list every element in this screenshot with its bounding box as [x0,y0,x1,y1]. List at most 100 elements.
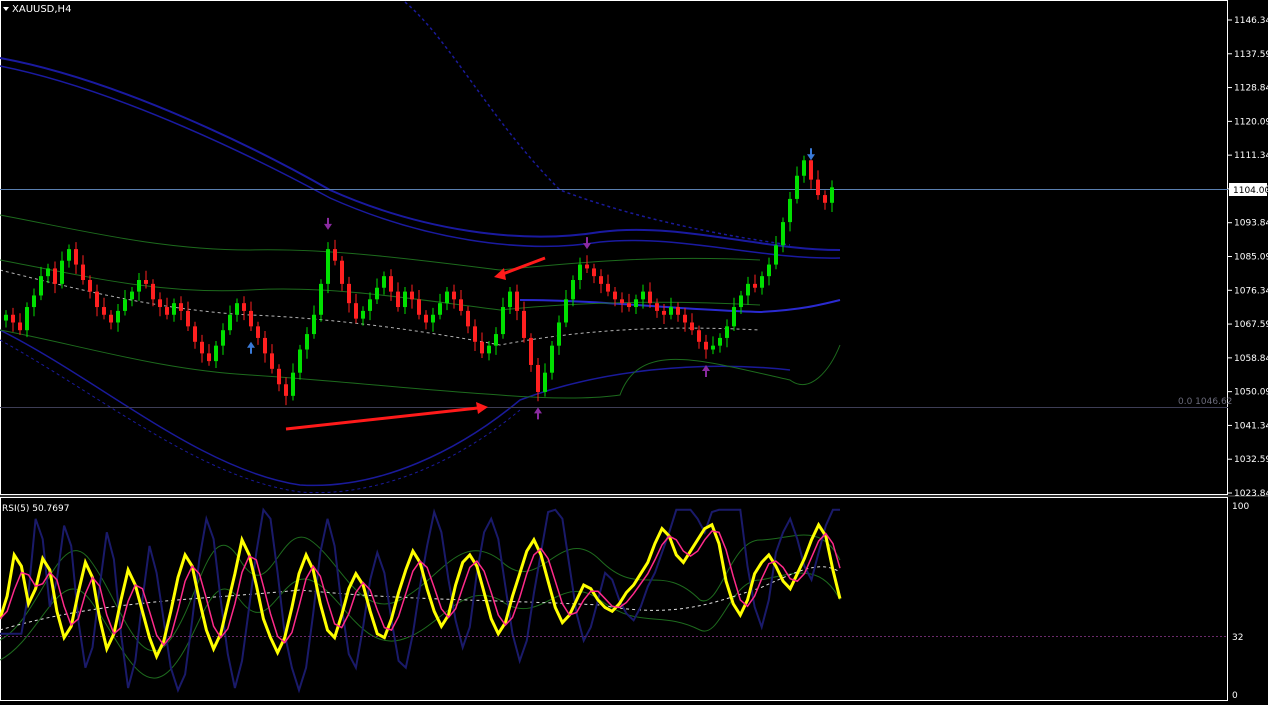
symbol-label: XAUUSD,H4 [12,4,71,15]
candle-body [634,299,638,308]
price-tick-label: 1023.84 [1234,489,1268,499]
candle-body [361,310,365,319]
price-tick-label: 1146.34 [1234,16,1268,26]
candle-body [578,264,582,281]
candle-body [46,268,50,277]
fib-label: 0.0 1046.62 [1178,397,1232,407]
candle-body [102,307,106,315]
candle-body [515,291,519,311]
candle-body [522,310,526,338]
symbol-dropdown-icon[interactable] [3,7,9,11]
price-tick-label: 1067.59 [1234,320,1268,330]
candle-body [207,353,211,362]
candle-body [67,249,71,261]
candle-body [396,291,400,308]
candle-body [326,249,330,284]
candle-body [200,341,204,354]
candle-body [592,268,596,277]
candle-body [298,349,302,373]
candle-body [711,345,715,350]
price-tick-label: 1085.09 [1234,252,1268,262]
candle-body [571,280,575,300]
candle-body [130,291,134,300]
signal-arrows [247,148,815,420]
candle-body [410,291,414,300]
candle-body [340,260,344,284]
price-tick-label: 1041.34 [1234,421,1268,431]
ma-envelopes [0,1,841,494]
candle-body [221,330,225,346]
candle-body [613,291,617,300]
price-tick-label: 1076.34 [1234,286,1268,296]
candle-body [284,384,288,396]
candle-body [277,368,281,385]
candle-body [368,299,372,311]
candle-body [417,299,421,315]
candle-body [438,303,442,315]
candle-body [424,314,428,323]
candle-body [18,322,22,331]
candle-body [816,179,820,196]
candles-layer [4,153,834,406]
candle-body [459,299,463,311]
candle-body [774,245,778,265]
candle-body [347,283,351,304]
candle-body [375,287,379,300]
candle-body [543,372,547,392]
candle-body [767,264,771,277]
candle-body [172,303,176,315]
candle-body [739,295,743,308]
candle-body [32,295,36,308]
candle-body [445,291,449,304]
candle-body [781,222,785,246]
candle-body [669,307,673,315]
candle-body [382,276,386,288]
candle-body [333,249,337,261]
candle-body [718,337,722,346]
sell-signal-icon [324,217,332,230]
candle-body [249,310,253,327]
sell-signal-icon [583,237,591,250]
candle-body [809,160,813,180]
price-tick-label: 1137.59 [1234,50,1268,60]
candle-body [655,303,659,311]
candle-body [137,280,141,292]
candle-body [165,307,169,315]
candle-body [312,314,316,335]
candle-body [557,322,561,346]
candle-body [732,307,736,327]
candle-body [151,283,155,300]
candle-body [25,307,29,331]
candle-body [564,299,568,323]
candle-body [676,307,680,315]
candle-body [116,310,120,323]
candle-body [494,334,498,346]
candle-body [291,372,295,396]
price-tick-label: 1032.59 [1234,455,1268,465]
candle-body [123,299,127,311]
candle-body [319,283,323,315]
candle-body [480,341,484,354]
candle-body [452,291,456,300]
candle-body [683,314,687,323]
candle-body [270,353,274,369]
candle-body [158,299,162,308]
rsi-level-label-100: 100 [1232,502,1249,512]
candle-body [144,280,148,284]
rsi-lag-line [0,507,840,694]
main-panel-frame [0,0,1228,495]
candle-body [823,195,827,203]
buy-signal-icon [247,341,255,354]
candle-body [95,291,99,308]
candle-body [648,291,652,304]
candle-body [830,187,834,203]
candle-body [81,264,85,281]
price-tick-label: 1050.09 [1234,388,1268,398]
candle-body [53,268,57,284]
candle-body [179,303,183,311]
rsi-level-label-32: 32 [1232,633,1243,643]
price-tick-label: 1128.84 [1234,84,1268,94]
candle-body [193,326,197,342]
candle-body [746,283,750,296]
rsi-level-label-0: 0 [1232,691,1238,701]
